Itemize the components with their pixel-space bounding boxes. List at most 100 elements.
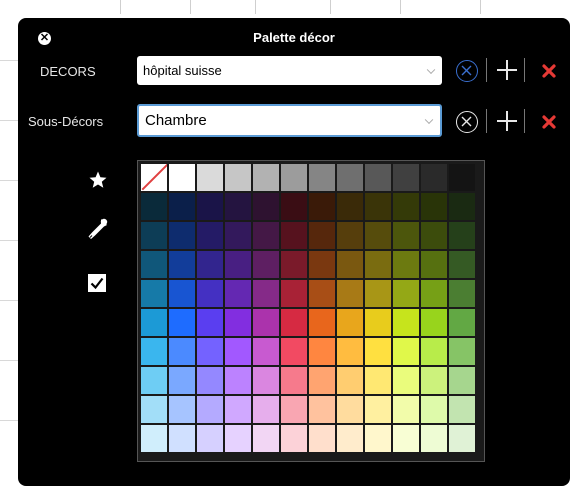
color-swatch[interactable] [225, 164, 251, 191]
color-swatch[interactable] [337, 338, 363, 365]
color-swatch[interactable] [449, 338, 475, 365]
color-swatch[interactable] [421, 309, 447, 336]
color-swatch[interactable] [281, 425, 307, 452]
color-swatch[interactable] [449, 164, 475, 191]
color-swatch[interactable] [281, 396, 307, 423]
color-swatch[interactable] [337, 396, 363, 423]
color-swatch[interactable] [337, 164, 363, 191]
color-swatch[interactable] [253, 222, 279, 249]
color-swatch[interactable] [365, 396, 391, 423]
color-swatch[interactable] [253, 367, 279, 394]
color-swatch[interactable] [281, 280, 307, 307]
color-swatch[interactable] [393, 309, 419, 336]
color-swatch[interactable] [421, 396, 447, 423]
color-swatch[interactable] [337, 309, 363, 336]
color-swatch[interactable] [281, 367, 307, 394]
color-swatch[interactable] [365, 309, 391, 336]
color-swatch[interactable] [225, 338, 251, 365]
color-swatch[interactable] [449, 425, 475, 452]
color-swatch[interactable] [169, 280, 195, 307]
color-swatch[interactable] [141, 396, 167, 423]
color-swatch[interactable] [393, 222, 419, 249]
color-swatch[interactable] [449, 222, 475, 249]
color-swatch[interactable] [197, 367, 223, 394]
color-swatch[interactable] [449, 367, 475, 394]
color-swatch[interactable] [253, 251, 279, 278]
color-swatch[interactable] [281, 164, 307, 191]
color-swatch[interactable] [421, 251, 447, 278]
color-swatch[interactable] [337, 222, 363, 249]
color-swatch[interactable] [337, 280, 363, 307]
color-swatch[interactable] [225, 367, 251, 394]
color-swatch[interactable] [309, 396, 335, 423]
color-swatch[interactable] [225, 396, 251, 423]
color-swatch[interactable] [169, 164, 195, 191]
color-swatch[interactable] [253, 193, 279, 220]
color-swatch[interactable] [253, 309, 279, 336]
color-swatch[interactable] [421, 338, 447, 365]
color-swatch[interactable] [309, 338, 335, 365]
color-swatch[interactable] [281, 193, 307, 220]
color-swatch[interactable] [309, 251, 335, 278]
color-swatch[interactable] [449, 396, 475, 423]
color-swatch[interactable] [197, 425, 223, 452]
color-swatch[interactable] [141, 280, 167, 307]
decors-select[interactable]: hôpital suisse [137, 56, 442, 85]
color-swatch[interactable] [309, 222, 335, 249]
color-swatch[interactable] [197, 338, 223, 365]
color-swatch[interactable] [169, 425, 195, 452]
color-swatch[interactable] [421, 425, 447, 452]
color-swatch[interactable] [225, 280, 251, 307]
color-swatch[interactable] [169, 309, 195, 336]
color-swatch[interactable] [365, 425, 391, 452]
color-swatch[interactable] [197, 193, 223, 220]
clear-sous-decor-icon[interactable] [456, 111, 478, 133]
color-swatch[interactable] [393, 396, 419, 423]
color-swatch[interactable] [253, 280, 279, 307]
color-swatch[interactable] [141, 367, 167, 394]
color-swatch[interactable] [169, 396, 195, 423]
color-swatch[interactable] [197, 396, 223, 423]
color-swatch[interactable] [365, 193, 391, 220]
color-swatch[interactable] [421, 367, 447, 394]
color-swatch[interactable] [393, 367, 419, 394]
color-swatch[interactable] [253, 425, 279, 452]
color-swatch[interactable] [309, 367, 335, 394]
color-swatch[interactable] [281, 222, 307, 249]
color-swatch[interactable] [337, 251, 363, 278]
color-swatch[interactable] [337, 193, 363, 220]
color-swatch[interactable] [449, 280, 475, 307]
color-swatch[interactable] [281, 338, 307, 365]
color-swatch[interactable] [365, 367, 391, 394]
color-swatch[interactable] [141, 251, 167, 278]
color-swatch[interactable] [225, 193, 251, 220]
color-swatch[interactable] [169, 367, 195, 394]
color-swatch[interactable] [449, 309, 475, 336]
sous-decors-select[interactable]: Chambre [137, 104, 442, 137]
color-swatch[interactable] [253, 338, 279, 365]
color-swatch[interactable] [393, 338, 419, 365]
color-swatch[interactable] [393, 280, 419, 307]
color-swatch[interactable] [365, 338, 391, 365]
color-swatch[interactable] [225, 251, 251, 278]
color-swatch[interactable] [197, 309, 223, 336]
color-swatch[interactable] [421, 222, 447, 249]
color-swatch[interactable] [365, 280, 391, 307]
color-swatch[interactable] [141, 193, 167, 220]
color-swatch[interactable] [169, 222, 195, 249]
color-swatch[interactable] [169, 193, 195, 220]
add-decor-icon[interactable] [497, 60, 517, 80]
add-sous-decor-icon[interactable] [497, 111, 517, 131]
color-swatch[interactable] [365, 251, 391, 278]
color-swatch[interactable] [421, 280, 447, 307]
color-swatch[interactable] [253, 396, 279, 423]
color-swatch[interactable] [393, 425, 419, 452]
eyedropper-icon[interactable] [86, 216, 110, 247]
color-swatch[interactable] [421, 193, 447, 220]
color-swatch[interactable] [197, 164, 223, 191]
color-swatch[interactable] [281, 251, 307, 278]
color-swatch[interactable] [309, 425, 335, 452]
color-swatch[interactable] [393, 164, 419, 191]
color-swatch[interactable] [141, 309, 167, 336]
color-swatch[interactable] [365, 164, 391, 191]
